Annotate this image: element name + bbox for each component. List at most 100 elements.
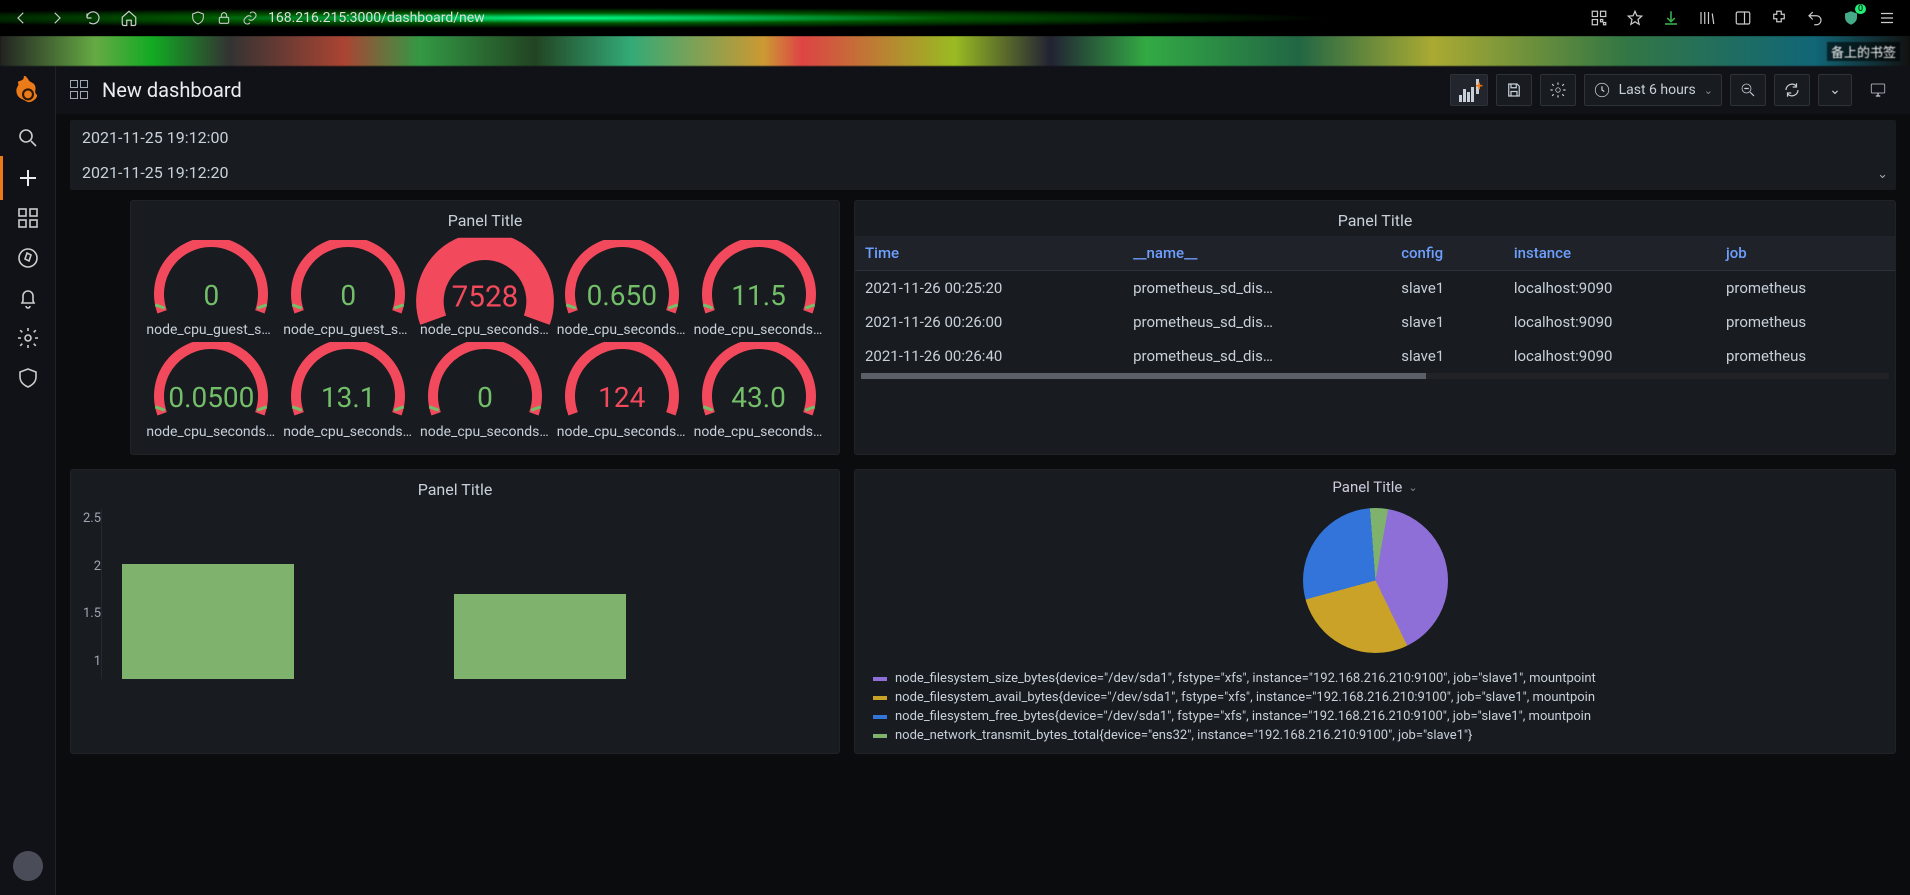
gauge-label: node_cpu_seconds_… <box>146 424 276 440</box>
alert-icon[interactable] <box>16 286 40 310</box>
grafana-logo[interactable] <box>11 76 45 110</box>
y-tick: 1.5 <box>83 606 101 621</box>
gauge-value: 0 <box>145 279 277 312</box>
legend-item[interactable]: node_filesystem_size_bytes{device="/dev/… <box>873 669 1877 688</box>
explore-icon[interactable] <box>16 246 40 270</box>
column-header[interactable]: instance <box>1504 236 1716 271</box>
column-header[interactable]: job <box>1716 236 1895 271</box>
shield-icon <box>190 10 206 26</box>
gauge-label: node_cpu_seconds_… <box>283 424 413 440</box>
y-tick: 2 <box>83 559 101 574</box>
gauge-label: node_cpu_seconds_… <box>557 424 687 440</box>
settings-button[interactable] <box>1540 74 1576 106</box>
star-icon[interactable] <box>1626 9 1644 27</box>
legend-swatch <box>873 696 887 700</box>
sidebar-toggle-icon[interactable] <box>1734 9 1752 27</box>
notif-icon[interactable]: 0 <box>1842 9 1860 27</box>
gauge-value: 7528 <box>415 279 555 314</box>
table-row[interactable]: 2021-11-26 00:26:00prometheus_sd_dis…sla… <box>855 305 1895 339</box>
legend-label: node_network_transmit_bytes_total{device… <box>895 728 1472 743</box>
panel-title[interactable]: Panel Title <box>131 201 839 236</box>
gauge-label: node_cpu_seconds_… <box>420 424 550 440</box>
horizontal-scrollbar[interactable] <box>861 373 1889 379</box>
panel-title[interactable]: Panel Title⌄ <box>855 470 1895 504</box>
legend-item[interactable]: node_network_transmit_bytes_total{device… <box>873 726 1877 745</box>
y-tick: 1 <box>83 654 101 669</box>
app-sidebar <box>0 66 56 895</box>
gauge-value: 0.0500 <box>145 381 277 414</box>
panel-title[interactable]: Panel Title <box>855 201 1895 236</box>
bar <box>454 594 626 679</box>
column-header[interactable]: __name__ <box>1123 236 1391 271</box>
column-header[interactable]: Time <box>855 236 1123 271</box>
gauge-value: 0 <box>282 279 414 312</box>
timestamp-panel: 2021-11-25 19:12:00 2021-11-25 19:12:20 … <box>70 120 1896 190</box>
gauge-value: 124 <box>556 381 688 414</box>
page-topbar: New dashboard + Last 6 hours ⌄ ⌄ <box>56 66 1910 114</box>
time-range-picker[interactable]: Last 6 hours ⌄ <box>1584 74 1722 106</box>
add-panel-button[interactable]: + <box>1450 74 1488 106</box>
search-icon[interactable] <box>16 126 40 150</box>
legend-item[interactable]: node_filesystem_avail_bytes{device="/dev… <box>873 688 1877 707</box>
table-panel: Panel Title Time__name__configinstancejo… <box>854 200 1896 455</box>
gauge-label: node_cpu_guest_se… <box>146 322 276 338</box>
chevron-down-icon: ⌄ <box>1829 82 1841 98</box>
table-row[interactable]: 2021-11-26 00:26:40prometheus_sd_dis…sla… <box>855 339 1895 373</box>
home-icon[interactable] <box>120 9 138 27</box>
legend-swatch <box>873 734 887 738</box>
avatar[interactable] <box>13 851 43 881</box>
qr-icon[interactable] <box>1590 9 1608 27</box>
timestamp-row[interactable]: 2021-11-25 19:12:00 <box>70 120 1896 155</box>
column-header[interactable]: config <box>1391 236 1504 271</box>
table-row[interactable]: 2021-11-26 00:25:20prometheus_sd_dis…sla… <box>855 271 1895 306</box>
gauge: 7528node_cpu_seconds_… <box>417 240 554 338</box>
zoom-out-button[interactable] <box>1730 74 1766 106</box>
timestamp-row[interactable]: 2021-11-25 19:12:20 <box>70 155 1896 190</box>
undo-icon[interactable] <box>1806 9 1824 27</box>
gauge: 124 node_cpu_seconds_… <box>553 342 690 440</box>
reload-icon[interactable] <box>84 9 102 27</box>
legend-label: node_filesystem_avail_bytes{device="/dev… <box>895 690 1595 705</box>
lock-icon <box>216 10 232 26</box>
dashboards-icon[interactable] <box>16 206 40 230</box>
panel-title[interactable]: Panel Title <box>71 470 839 505</box>
save-button[interactable] <box>1496 74 1532 106</box>
gauge: 0.0500 node_cpu_seconds_… <box>143 342 280 440</box>
download-icon[interactable] <box>1662 9 1680 27</box>
menu-icon[interactable] <box>1878 9 1896 27</box>
library-icon[interactable] <box>1698 9 1716 27</box>
bookmark-cn-label[interactable]: 备上的书签 <box>1827 42 1900 61</box>
chevron-down-icon[interactable]: ⌄ <box>1877 167 1888 182</box>
refresh-button[interactable] <box>1774 74 1810 106</box>
gauge-panel: Panel Title 0 node_cpu_guest_se… 0 node_cpu… <box>130 200 840 455</box>
plus-icon[interactable] <box>16 166 40 190</box>
chevron-down-icon: ⌄ <box>1704 84 1713 97</box>
shield-icon[interactable] <box>16 366 40 390</box>
gauge-value: 0 <box>419 381 551 414</box>
legend-item[interactable]: node_filesystem_free_bytes{device="/dev/… <box>873 707 1877 726</box>
extension-icon[interactable] <box>1770 9 1788 27</box>
gauge: 11.5node_cpu_seconds_… <box>690 240 827 338</box>
forward-icon[interactable] <box>48 9 66 27</box>
legend-label: node_filesystem_size_bytes{device="/dev/… <box>895 671 1596 686</box>
gauge: 0 node_cpu_seconds_… <box>417 342 554 440</box>
monitor-button[interactable] <box>1860 74 1896 106</box>
legend-label: node_filesystem_free_bytes{device="/dev/… <box>895 709 1591 724</box>
legend-swatch <box>873 677 887 681</box>
gear-icon[interactable] <box>16 326 40 350</box>
time-range-label: Last 6 hours <box>1619 82 1696 98</box>
url-text: 168.216.215:3000/dashboard/new <box>268 10 485 26</box>
back-icon[interactable] <box>12 9 30 27</box>
page-title[interactable]: New dashboard <box>102 78 242 102</box>
gauge-label: node_cpu_guest_se… <box>283 322 413 338</box>
url-bar[interactable]: 168.216.215:3000/dashboard/new <box>150 10 1576 26</box>
dashboard-icon <box>70 80 90 100</box>
gauge-value: 13.1 <box>282 381 414 414</box>
legend-swatch <box>873 715 887 719</box>
browser-toolbar: 168.216.215:3000/dashboard/new 0 <box>0 0 1910 36</box>
gauge: 43.0node_cpu_seconds_… <box>690 342 827 440</box>
bar <box>122 564 294 679</box>
bar-chart-panel: Panel Title 2.521.51 <box>70 469 840 754</box>
refresh-interval-button[interactable]: ⌄ <box>1818 74 1852 106</box>
gauge-label: node_cpu_seconds_… <box>694 322 824 338</box>
